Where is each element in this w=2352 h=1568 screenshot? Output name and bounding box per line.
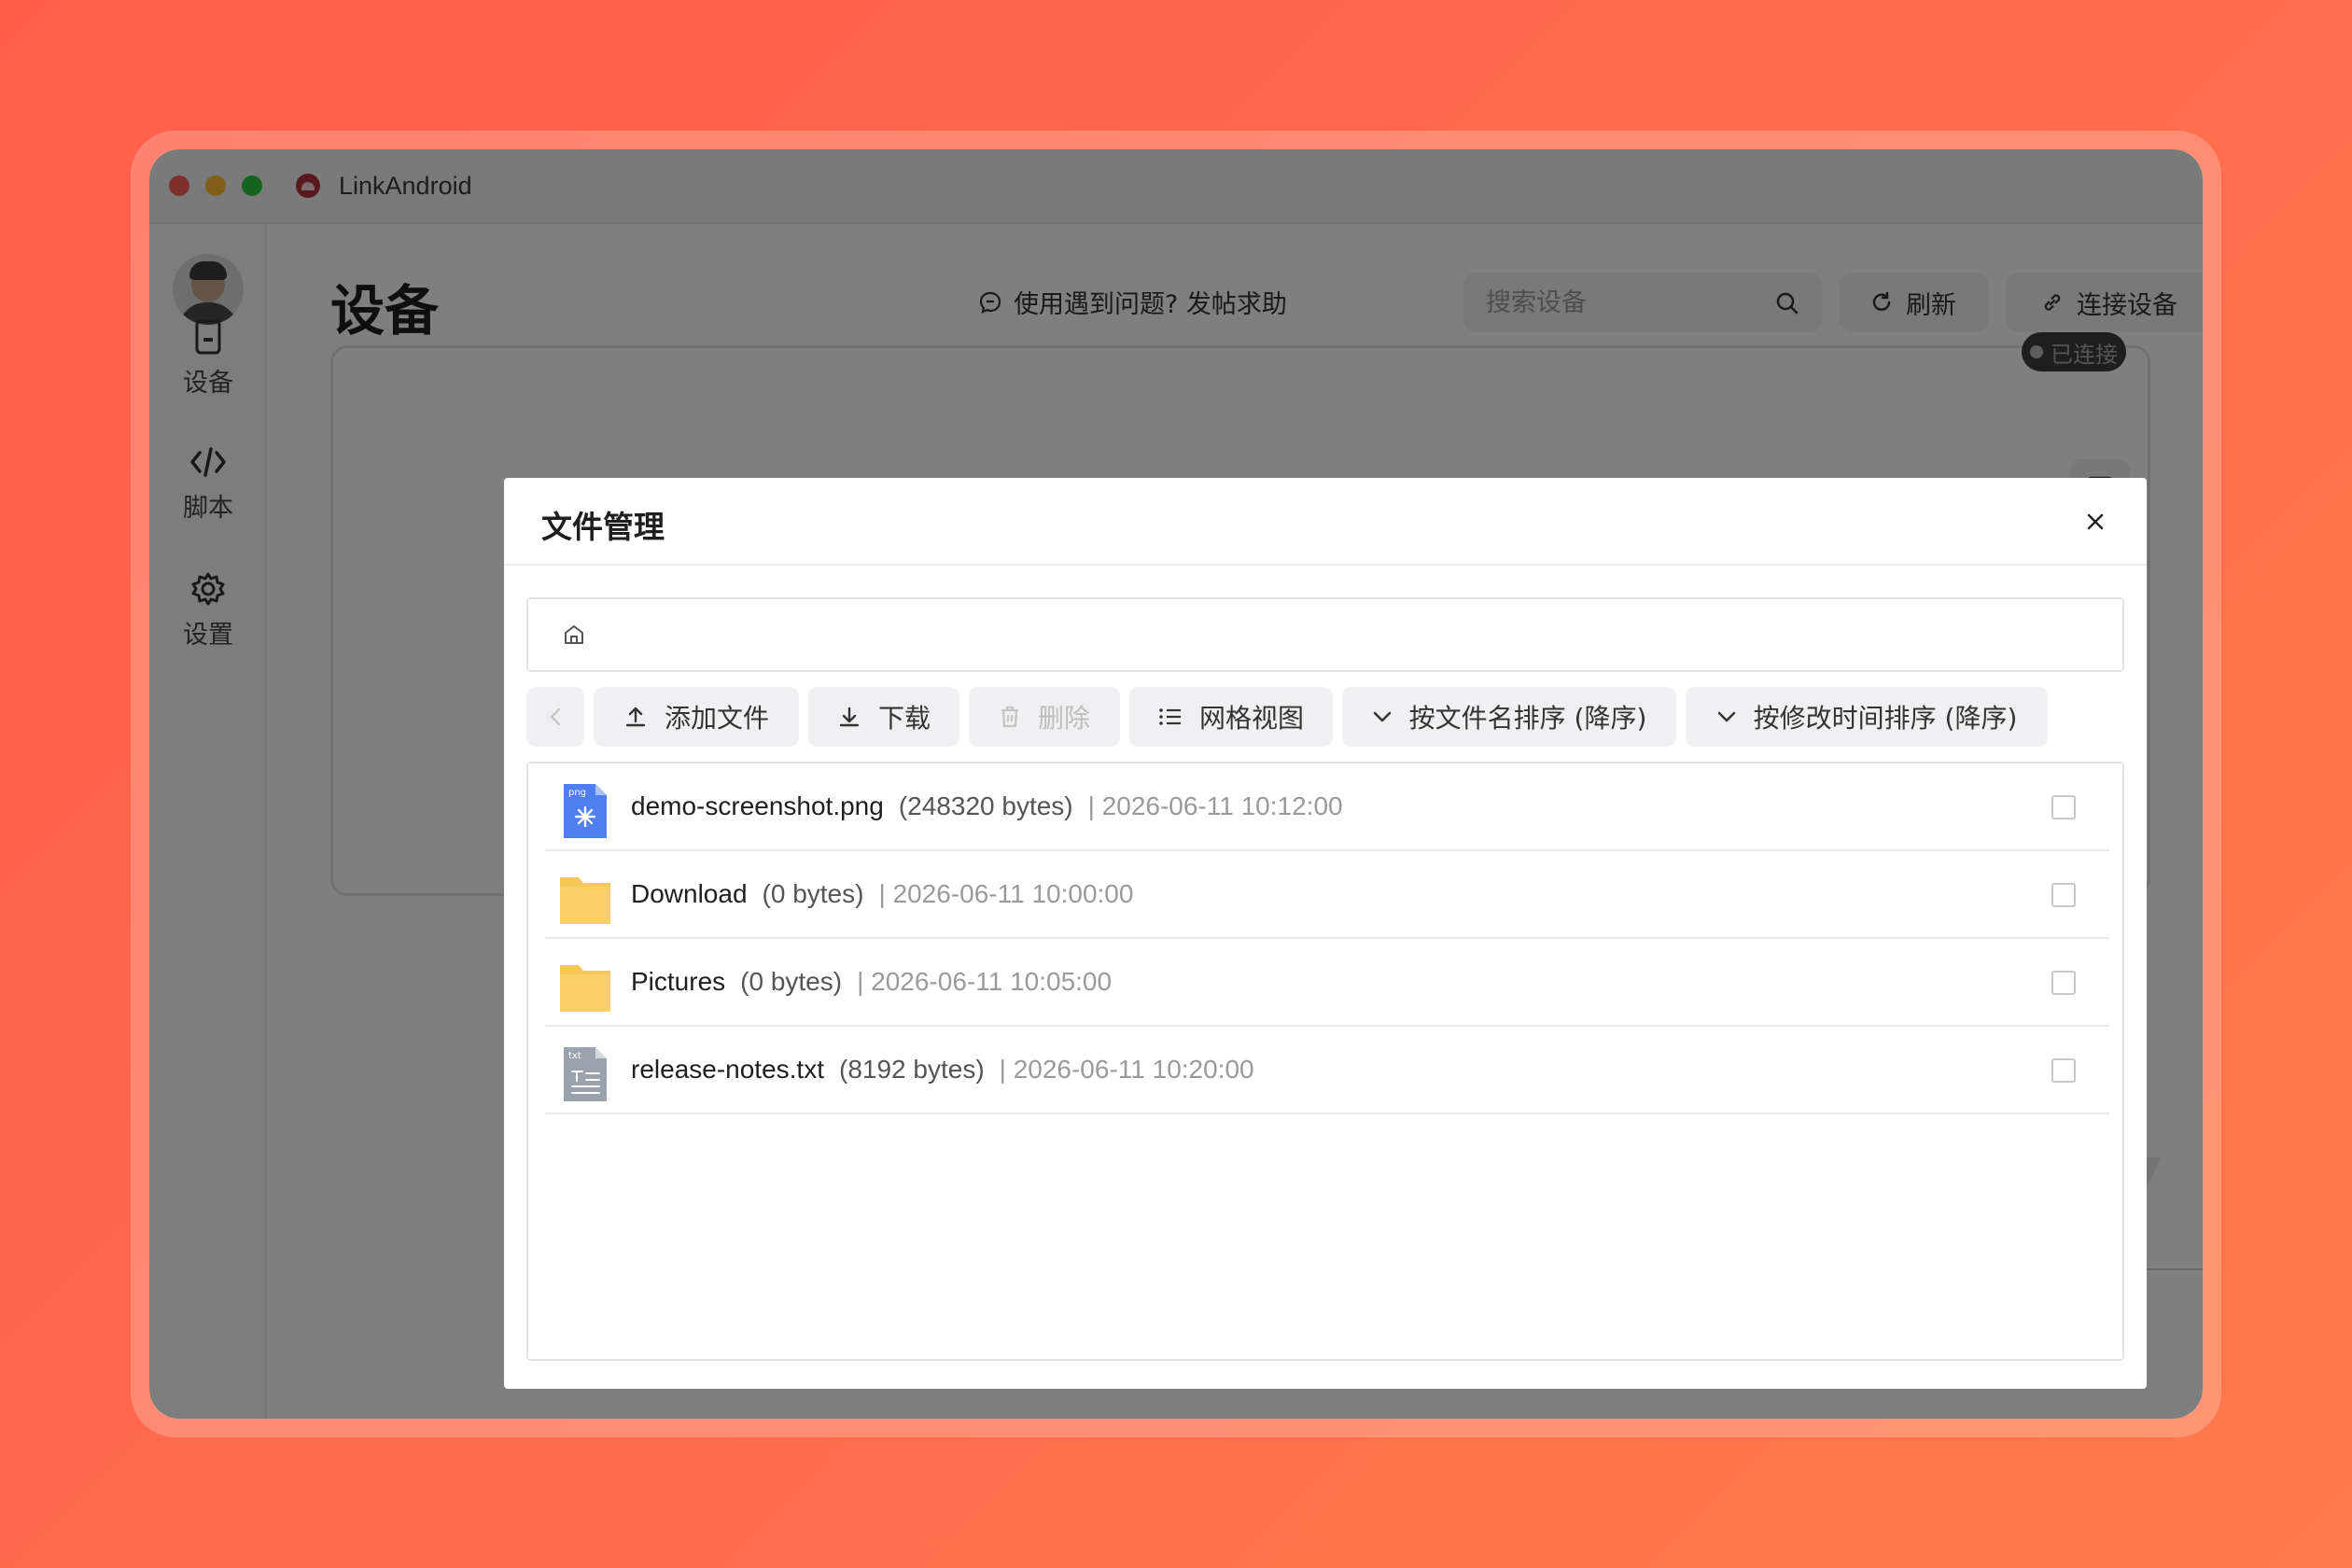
close-icon	[2087, 513, 2104, 530]
image-file-icon: png	[564, 784, 607, 838]
chevron-down-icon	[1717, 711, 1735, 722]
file-checkbox[interactable]	[2051, 1058, 2076, 1083]
trash-icon	[1001, 706, 1018, 728]
file-row[interactable]: png demo-screenshot.png (248320 bytes) | 2…	[545, 763, 2109, 851]
file-manager-dialog: 文件管理 添加文件 下载 删除 网格视图 按文件名排序 (降序) 按修改时间排序…	[504, 478, 2147, 1389]
file-date: | 2026-06-11 10:05:00	[857, 967, 1113, 996]
file-info: demo-screenshot.png (248320 bytes) | 2026-…	[631, 791, 1343, 821]
file-checkbox[interactable]	[2051, 795, 2076, 819]
file-row[interactable]: txt release-notes.txt (8192 bytes) | 2026-…	[545, 1027, 2109, 1114]
file-size: (0 bytes)	[740, 967, 843, 996]
sort-by-name-label: 按文件名排序 (降序)	[1408, 703, 1647, 734]
folder-icon	[560, 877, 610, 924]
sort-by-name-button[interactable]: 按文件名排序 (降序)	[1342, 687, 1676, 747]
file-checkbox[interactable]	[2051, 971, 2076, 995]
file-info: Pictures (0 bytes) | 2026-06-11 10:05:00	[631, 967, 1112, 997]
upload-icon	[625, 707, 646, 727]
file-size: (248320 bytes)	[898, 791, 1073, 820]
file-name: Download	[631, 879, 748, 908]
grid-view-label: 网格视图	[1198, 703, 1304, 734]
list-icon	[1159, 708, 1181, 725]
close-dialog-button[interactable]	[2081, 508, 2109, 536]
file-size: (8192 bytes)	[839, 1055, 985, 1084]
folder-icon	[560, 965, 610, 1012]
sort-by-mtime-button[interactable]: 按修改时间排序 (降序)	[1686, 687, 2048, 747]
delete-button[interactable]: 删除	[969, 687, 1120, 747]
file-checkbox[interactable]	[2051, 883, 2076, 907]
file-date: | 2026-06-11 10:20:00	[999, 1055, 1254, 1084]
app-window: LinkAndroid 设备 脚本 设置 设备	[149, 149, 2203, 1419]
sort-by-mtime-label: 按修改时间排序 (降序)	[1753, 703, 2018, 734]
file-row[interactable]: Download (0 bytes) | 2026-06-11 10:00:00	[545, 851, 2109, 939]
chevron-left-icon	[550, 707, 561, 726]
file-info: release-notes.txt (8192 bytes) | 2026-06-1…	[631, 1055, 1254, 1085]
file-size: (0 bytes)	[762, 879, 864, 908]
home-icon[interactable]	[562, 623, 586, 647]
breadcrumb	[526, 597, 2124, 672]
dialog-title: 文件管理	[541, 509, 665, 545]
download-icon	[839, 707, 860, 727]
file-row[interactable]: Pictures (0 bytes) | 2026-06-11 10:05:00	[545, 939, 2109, 1027]
file-info: Download (0 bytes) | 2026-06-11 10:00:00	[631, 879, 1133, 909]
add-file-label: 添加文件	[664, 703, 769, 734]
download-label: 下载	[877, 703, 931, 734]
dialog-header: 文件管理	[504, 478, 2147, 566]
download-button[interactable]: 下载	[808, 687, 959, 747]
grid-view-button[interactable]: 网格视图	[1129, 687, 1333, 747]
add-file-button[interactable]: 添加文件	[594, 687, 799, 747]
file-type-label: txt	[568, 1051, 581, 1061]
file-name: demo-screenshot.png	[631, 791, 884, 820]
delete-label: 删除	[1037, 703, 1090, 734]
back-button[interactable]	[526, 687, 584, 747]
file-list: png demo-screenshot.png (248320 bytes) | 2…	[526, 762, 2124, 1361]
file-date: | 2026-06-11 10:12:00	[1087, 791, 1343, 820]
file-date: | 2026-06-11 10:00:00	[878, 879, 1134, 908]
file-name: Pictures	[631, 967, 726, 996]
file-name: release-notes.txt	[631, 1055, 824, 1084]
chevron-down-icon	[1373, 711, 1391, 722]
file-type-label: png	[568, 788, 586, 798]
text-file-icon: txt	[564, 1047, 607, 1101]
